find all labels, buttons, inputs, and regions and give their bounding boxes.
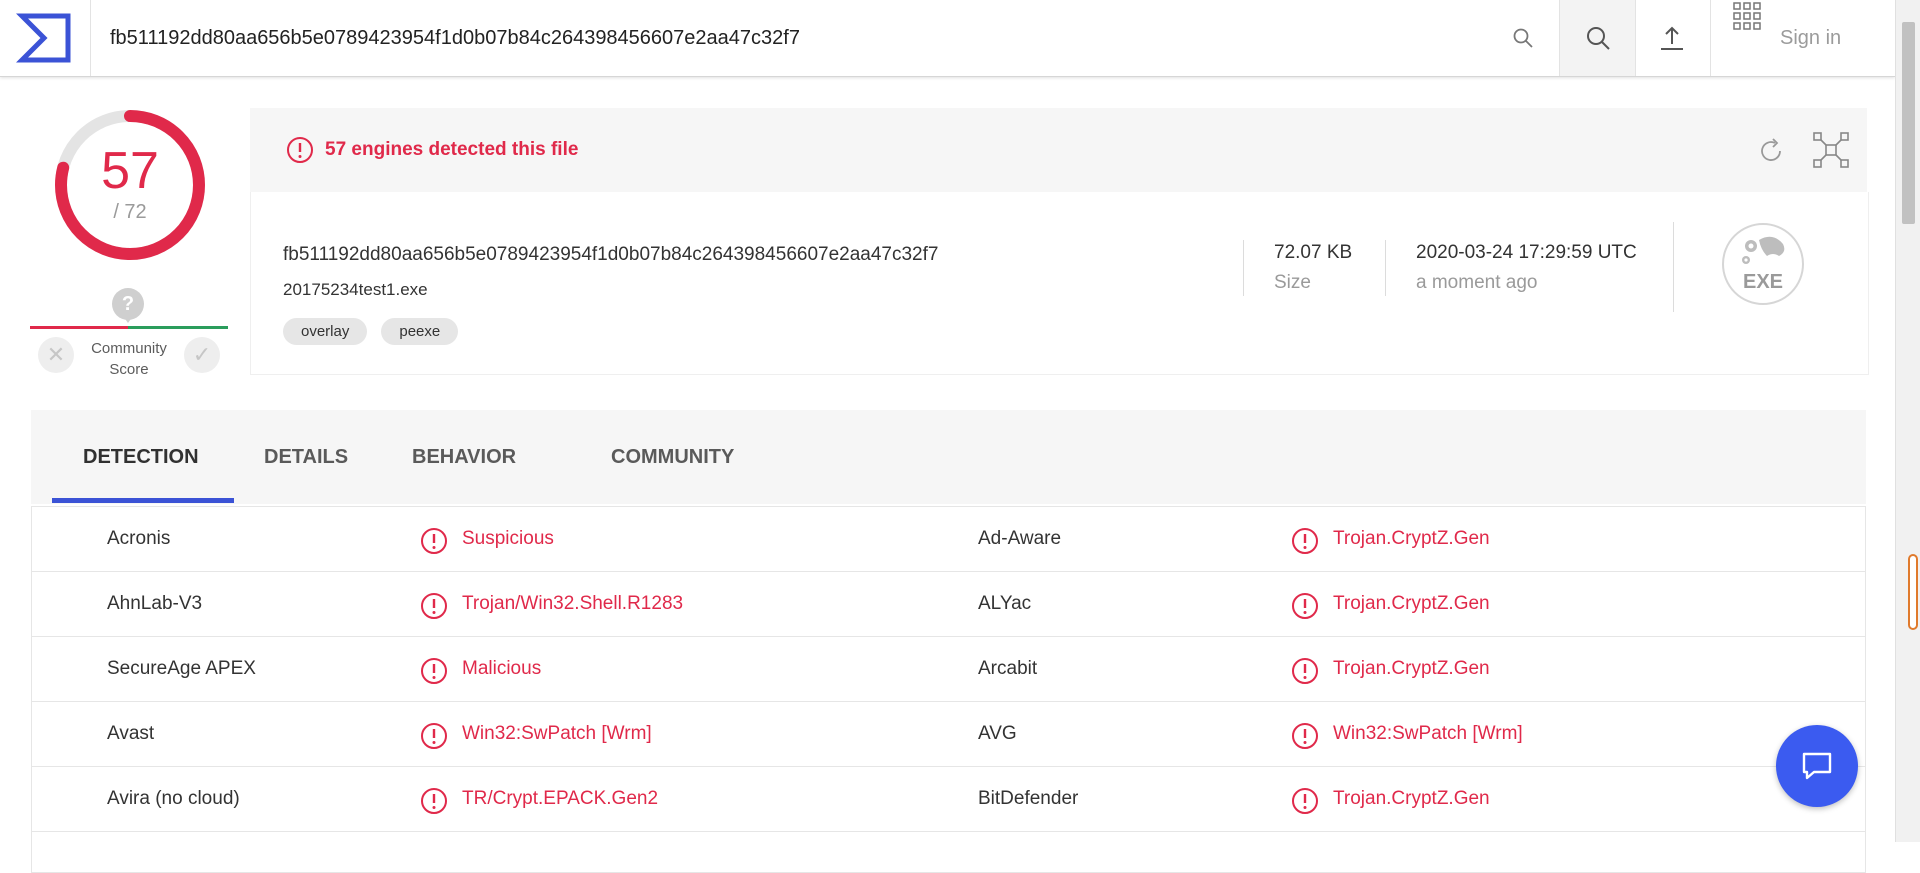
detection-result: TR/Crypt.EPACK.Gen2 — [462, 788, 659, 809]
tag-overlay[interactable]: overlay — [283, 318, 368, 345]
community-score-label: Community Score — [80, 338, 178, 380]
alert-icon — [1291, 592, 1319, 620]
engine-name: Avira (no cloud) — [107, 788, 240, 809]
logo-icon[interactable] — [0, 0, 91, 76]
file-hash: fb511192dd80aa656b5e0789423954f1d0b07b84… — [283, 244, 939, 265]
table-row — [32, 832, 1865, 873]
divider — [1673, 222, 1674, 312]
alert-icon — [1291, 527, 1319, 555]
alert-icon — [1291, 787, 1319, 815]
table-row: SecureAge APEX Malicious Arcabit Trojan.… — [32, 637, 1865, 702]
community-bar-negative — [30, 326, 128, 329]
engine-name: Arcabit — [978, 658, 1038, 679]
alert-icon — [420, 722, 448, 750]
chat-button[interactable] — [1776, 725, 1858, 807]
exe-file-type-icon: EXE — [1721, 222, 1805, 306]
community-bar-positive — [128, 326, 228, 329]
close-icon: ✕ — [46, 342, 66, 367]
chat-icon — [1802, 752, 1832, 780]
alert-icon — [286, 136, 314, 169]
detection-result: Trojan.CryptZ.Gen — [1333, 528, 1490, 549]
detection-result: Win32:SwPatch [Wrm] — [462, 723, 652, 744]
file-size-value: 72.07 KB — [1274, 242, 1353, 263]
total-engines: / 72 — [113, 201, 147, 223]
alert-icon — [420, 527, 448, 555]
detection-score-ring: 57 / 72 — [50, 105, 210, 265]
tab-bar: DETECTION DETAILS BEHAVIOR COMMUNITY — [31, 410, 1866, 504]
analysis-date: 2020-03-24 17:29:59 UTC — [1416, 242, 1637, 263]
detection-result: Trojan.CryptZ.Gen — [1333, 788, 1490, 809]
search-input[interactable]: fb511192dd80aa656b5e0789423954f1d0b07b84… — [110, 0, 800, 76]
check-icon: ✓ — [192, 342, 212, 367]
tab-detection[interactable]: DETECTION — [83, 410, 199, 504]
tag-list: overlay peexe — [283, 318, 459, 345]
apps-grid-icon[interactable] — [1727, 0, 1767, 32]
search-icon — [1586, 27, 1610, 50]
top-bar: fb511192dd80aa656b5e0789423954f1d0b07b84… — [0, 0, 1895, 77]
table-row: Avast Win32:SwPatch [Wrm] AVG Win32:SwPa… — [32, 702, 1865, 767]
active-tab-indicator — [52, 498, 234, 503]
table-row: Acronis Suspicious Ad-Aware Trojan.Crypt… — [32, 507, 1865, 572]
detection-summary: 57 engines detected this file — [325, 139, 579, 160]
tab-behavior[interactable]: BEHAVIOR — [412, 410, 516, 504]
graph-icon[interactable] — [1813, 132, 1849, 173]
file-type-label: EXE — [1743, 271, 1783, 293]
vote-malicious-button[interactable]: ✕ — [38, 337, 74, 373]
vote-harmless-button[interactable]: ✓ — [184, 337, 220, 373]
file-name: 20175234test1.exe — [283, 280, 428, 299]
upload-icon — [1661, 26, 1683, 50]
engine-name: Ad-Aware — [978, 528, 1062, 549]
sign-in-link[interactable]: Sign in — [1780, 0, 1841, 76]
engine-name: AhnLab-V3 — [107, 593, 203, 614]
detection-result: Suspicious — [462, 528, 554, 549]
engine-name: AVG — [978, 723, 1017, 744]
engine-name: BitDefender — [978, 788, 1079, 809]
detection-table: Acronis Suspicious Ad-Aware Trojan.Crypt… — [31, 506, 1866, 873]
scrollbar-thumb[interactable] — [1902, 22, 1915, 224]
detection-result: Win32:SwPatch [Wrm] — [1333, 723, 1523, 744]
engine-name: Acronis — [107, 528, 171, 549]
engine-name: ALYac — [978, 593, 1032, 614]
tab-details[interactable]: DETAILS — [264, 410, 348, 504]
community-score-badge: ? — [112, 288, 144, 323]
detection-result: Malicious — [462, 658, 542, 679]
upload-button[interactable] — [1634, 0, 1711, 76]
page-scrollbar[interactable] — [1895, 0, 1920, 842]
analysis-relative-time: a moment ago — [1416, 272, 1538, 293]
engine-name: SecureAge APEX — [107, 658, 256, 679]
alert-icon — [420, 787, 448, 815]
file-size-label: Size — [1274, 272, 1311, 293]
table-row: Avira (no cloud) TR/Crypt.EPACK.Gen2 Bit… — [32, 767, 1865, 832]
alert-icon — [1291, 657, 1319, 685]
tab-community[interactable]: COMMUNITY — [611, 410, 734, 504]
refresh-icon[interactable] — [1756, 136, 1786, 171]
detection-result: Trojan.CryptZ.Gen — [1333, 658, 1490, 679]
community-label-line1: Community — [91, 340, 167, 357]
detection-banner: 57 engines detected this file — [250, 108, 1867, 192]
divider — [1243, 240, 1244, 296]
detection-result: Trojan.CryptZ.Gen — [1333, 593, 1490, 614]
scroll-position-marker — [1908, 554, 1918, 630]
tag-peexe[interactable]: peexe — [381, 318, 459, 345]
file-info-card: fb511192dd80aa656b5e0789423954f1d0b07b84… — [250, 192, 1869, 375]
community-label-line2: Score — [109, 361, 149, 378]
engine-name: Avast — [107, 723, 155, 744]
detection-result: Trojan/Win32.Shell.R1283 — [462, 593, 684, 614]
divider — [1385, 240, 1386, 296]
search-icon[interactable] — [1500, 0, 1546, 76]
alert-icon — [420, 592, 448, 620]
alert-icon — [420, 657, 448, 685]
search-button[interactable] — [1559, 0, 1636, 76]
detected-count: 57 — [101, 142, 159, 200]
alert-icon — [1291, 722, 1319, 750]
table-row: AhnLab-V3 Trojan/Win32.Shell.R1283 ALYac… — [32, 572, 1865, 637]
